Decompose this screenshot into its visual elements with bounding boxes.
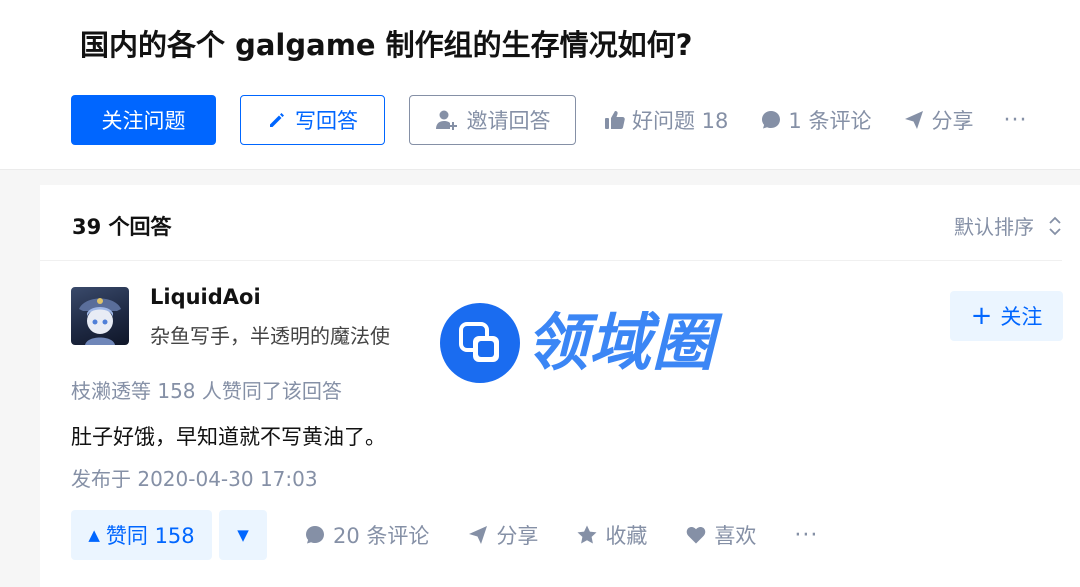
vote-down-arrow-icon: ▼ — [237, 526, 249, 544]
like-button[interactable]: 喜欢 — [685, 520, 756, 550]
vote-down-button[interactable]: ▼ — [219, 510, 267, 560]
write-answer-button[interactable]: 写回答 — [240, 95, 385, 145]
answers-count-row: 39 个回答 默认排序 — [40, 185, 1062, 261]
heart-icon — [687, 526, 706, 544]
question-comments-button[interactable]: 1 条评论 — [760, 105, 871, 135]
answer-share-label: 分享 — [496, 524, 539, 548]
comment-icon — [762, 111, 781, 129]
star-icon — [577, 525, 597, 544]
follow-question-button[interactable]: 关注问题 — [71, 95, 216, 145]
invite-answer-label: 邀请回答 — [466, 109, 551, 133]
author-name[interactable]: LiquidAoi — [150, 285, 261, 309]
pencil-icon — [270, 113, 284, 127]
question-actions: 关注问题 写回答 邀请回答 好问题 18 1 条评论 分享 ··· — [71, 95, 1027, 145]
add-user-icon — [435, 110, 457, 130]
answer-count: 39 个回答 — [72, 215, 172, 239]
avatar-image-icon — [79, 298, 121, 345]
answer-comments-button[interactable]: 20 条评论 — [304, 520, 429, 550]
question-share-button[interactable]: 分享 — [903, 105, 973, 135]
good-question-label: 好问题 18 — [632, 109, 729, 133]
like-label: 喜欢 — [714, 524, 757, 548]
collect-label: 收藏 — [605, 524, 648, 548]
follow-author-button[interactable]: + 关注 — [950, 291, 1063, 341]
sort-dropdown[interactable]: 默认排序 — [954, 211, 1062, 240]
question-title: 国内的各个 galgame 制作组的生存情况如何? — [80, 28, 693, 62]
answer-actions: ▲ 赞同 158 ▼ 20 条评论 分享 收藏 喜欢 ··· — [71, 510, 818, 560]
watermark: 领域圈 — [440, 303, 715, 383]
upvote-info: 枝濑透等 158 人赞同了该回答 — [71, 379, 342, 403]
question-comments-label: 1 条评论 — [788, 109, 872, 133]
follow-author-label: 关注 — [1000, 305, 1043, 329]
answer-more-button[interactable]: ··· — [794, 523, 818, 548]
comment-icon — [306, 526, 324, 544]
watermark-logo-icon — [440, 303, 520, 383]
invite-answer-button[interactable]: 邀请回答 — [409, 95, 576, 145]
watermark-text: 领域圈 — [526, 306, 716, 379]
avatar[interactable] — [71, 287, 129, 345]
good-question-button[interactable]: 好问题 18 — [604, 105, 728, 135]
vote-up-arrow-icon: ▲ — [88, 526, 100, 544]
author-bio: 杂鱼写手，半透明的魔法使 — [150, 324, 390, 348]
write-answer-label: 写回答 — [295, 109, 358, 133]
thumbs-up-icon — [605, 111, 625, 129]
answers-card: 39 个回答 默认排序 LiquidAoi 杂鱼写手，半透明的魔法使 + 关注 — [40, 185, 1080, 587]
plus-icon: + — [970, 301, 993, 331]
answer-comments-label: 20 条评论 — [333, 524, 430, 548]
share-icon — [469, 526, 488, 544]
answer-share-button[interactable]: 分享 — [467, 520, 538, 550]
question-more-button[interactable]: ··· — [1003, 108, 1027, 133]
answer-date: 发布于 2020-04-30 17:03 — [71, 467, 318, 491]
question-header: 国内的各个 galgame 制作组的生存情况如何? 关注问题 写回答 邀请回答 … — [0, 0, 1080, 170]
question-share-label: 分享 — [931, 109, 974, 133]
vote-up-label: 赞同 158 — [105, 524, 195, 548]
sort-label: 默认排序 — [954, 215, 1034, 239]
vote-up-button[interactable]: ▲ 赞同 158 — [71, 510, 212, 560]
collect-button[interactable]: 收藏 — [576, 520, 647, 550]
share-icon — [905, 111, 924, 129]
sort-chevron-icon — [1049, 216, 1061, 235]
answer-content: 肚子好饿，早知道就不写黄油了。 — [71, 425, 386, 449]
